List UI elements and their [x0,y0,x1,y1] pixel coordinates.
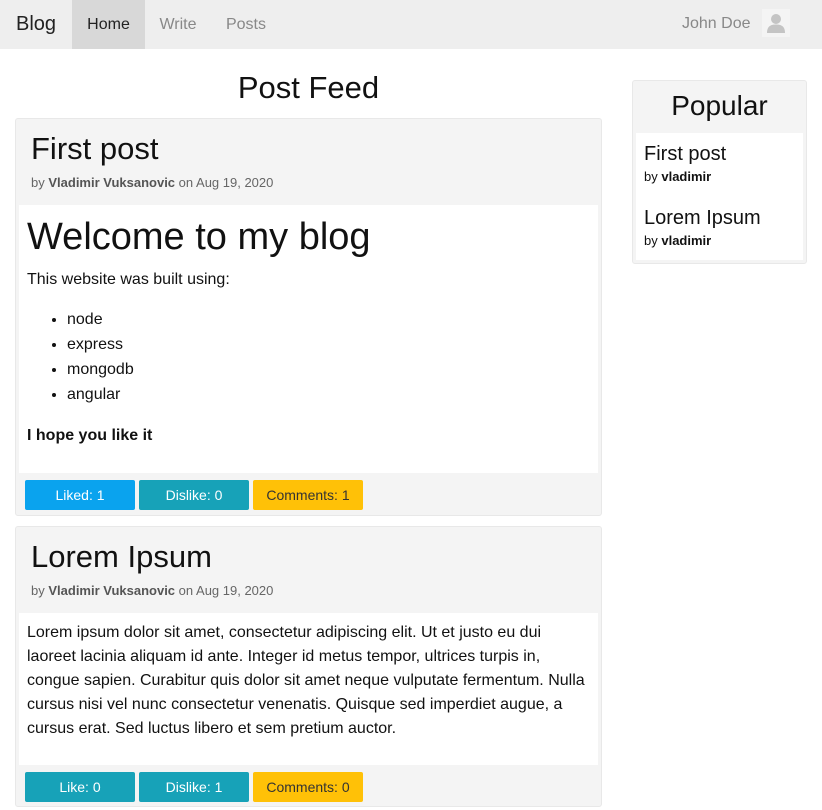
user-name[interactable]: John Doe [682,0,751,47]
popular-item-title[interactable]: Lorem Ipsum [644,207,761,230]
post-meta: by Vladimir Vuksanovic on Aug 19, 2020 [31,175,273,190]
post-date: on Aug 19, 2020 [178,583,274,598]
post-body-intro: This website was built using: [27,271,230,288]
post-body: Lorem ipsum dolor sit amet, consectetur … [19,613,598,765]
popular-panel: Popular First post by vladimir Lorem Ips… [632,80,807,264]
nav-home[interactable]: Home [72,0,145,49]
popular-author-name: vladimir [661,233,712,248]
popular-by-label: by [644,169,658,184]
popular-item[interactable]: First post by vladimir [644,143,726,184]
post-date: on Aug 19, 2020 [178,175,274,190]
popular-title: Popular [671,90,768,121]
popular-item-author: by vladimir [644,169,726,184]
brand-link[interactable]: Blog [16,13,56,36]
comments-button[interactable]: Comments: 1 [253,480,363,510]
post-body: Welcome to my blog This website was buil… [19,205,598,473]
popular-item[interactable]: Lorem Ipsum by vladimir [644,207,761,248]
like-button[interactable]: Like: 0 [25,772,135,802]
dislike-button[interactable]: Dislike: 1 [139,772,249,802]
comments-button[interactable]: Comments: 0 [253,772,363,802]
popular-item-author: by vladimir [644,233,761,248]
post-by-label: by [31,583,45,598]
post-body-list: node express mongodb angular [67,311,134,411]
feed-title: Post Feed [237,70,380,105]
list-item: mongodb [67,361,134,386]
post-meta: by Vladimir Vuksanovic on Aug 19, 2020 [31,583,273,598]
list-item: node [67,311,134,336]
post-title[interactable]: First post [31,131,158,167]
post-title[interactable]: Lorem Ipsum [31,539,212,575]
like-button[interactable]: Liked: 1 [25,480,135,510]
popular-item-title[interactable]: First post [644,143,726,166]
navbar: Blog Home Write Posts John Doe [0,0,822,49]
popular-by-label: by [644,233,658,248]
post-by-label: by [31,175,45,190]
post-card: First post by Vladimir Vuksanovic on Aug… [15,118,602,516]
post-author: Vladimir Vuksanovic [48,175,176,190]
post-author: Vladimir Vuksanovic [48,583,176,598]
post-body-closing: I hope you like it [27,427,153,444]
post-body-heading: Welcome to my blog [27,216,371,258]
popular-author-name: vladimir [661,169,712,184]
post-body-paragraph: Lorem ipsum dolor sit amet, consectetur … [27,624,585,737]
list-item: express [67,336,134,361]
dislike-button[interactable]: Dislike: 0 [139,480,249,510]
post-card: Lorem Ipsum by Vladimir Vuksanovic on Au… [15,526,602,807]
popular-list: First post by vladimir Lorem Ipsum by vl… [636,133,803,260]
nav-posts[interactable]: Posts [211,0,281,49]
user-avatar-icon[interactable] [762,9,790,37]
list-item: angular [67,386,134,411]
nav-write[interactable]: Write [145,0,211,49]
